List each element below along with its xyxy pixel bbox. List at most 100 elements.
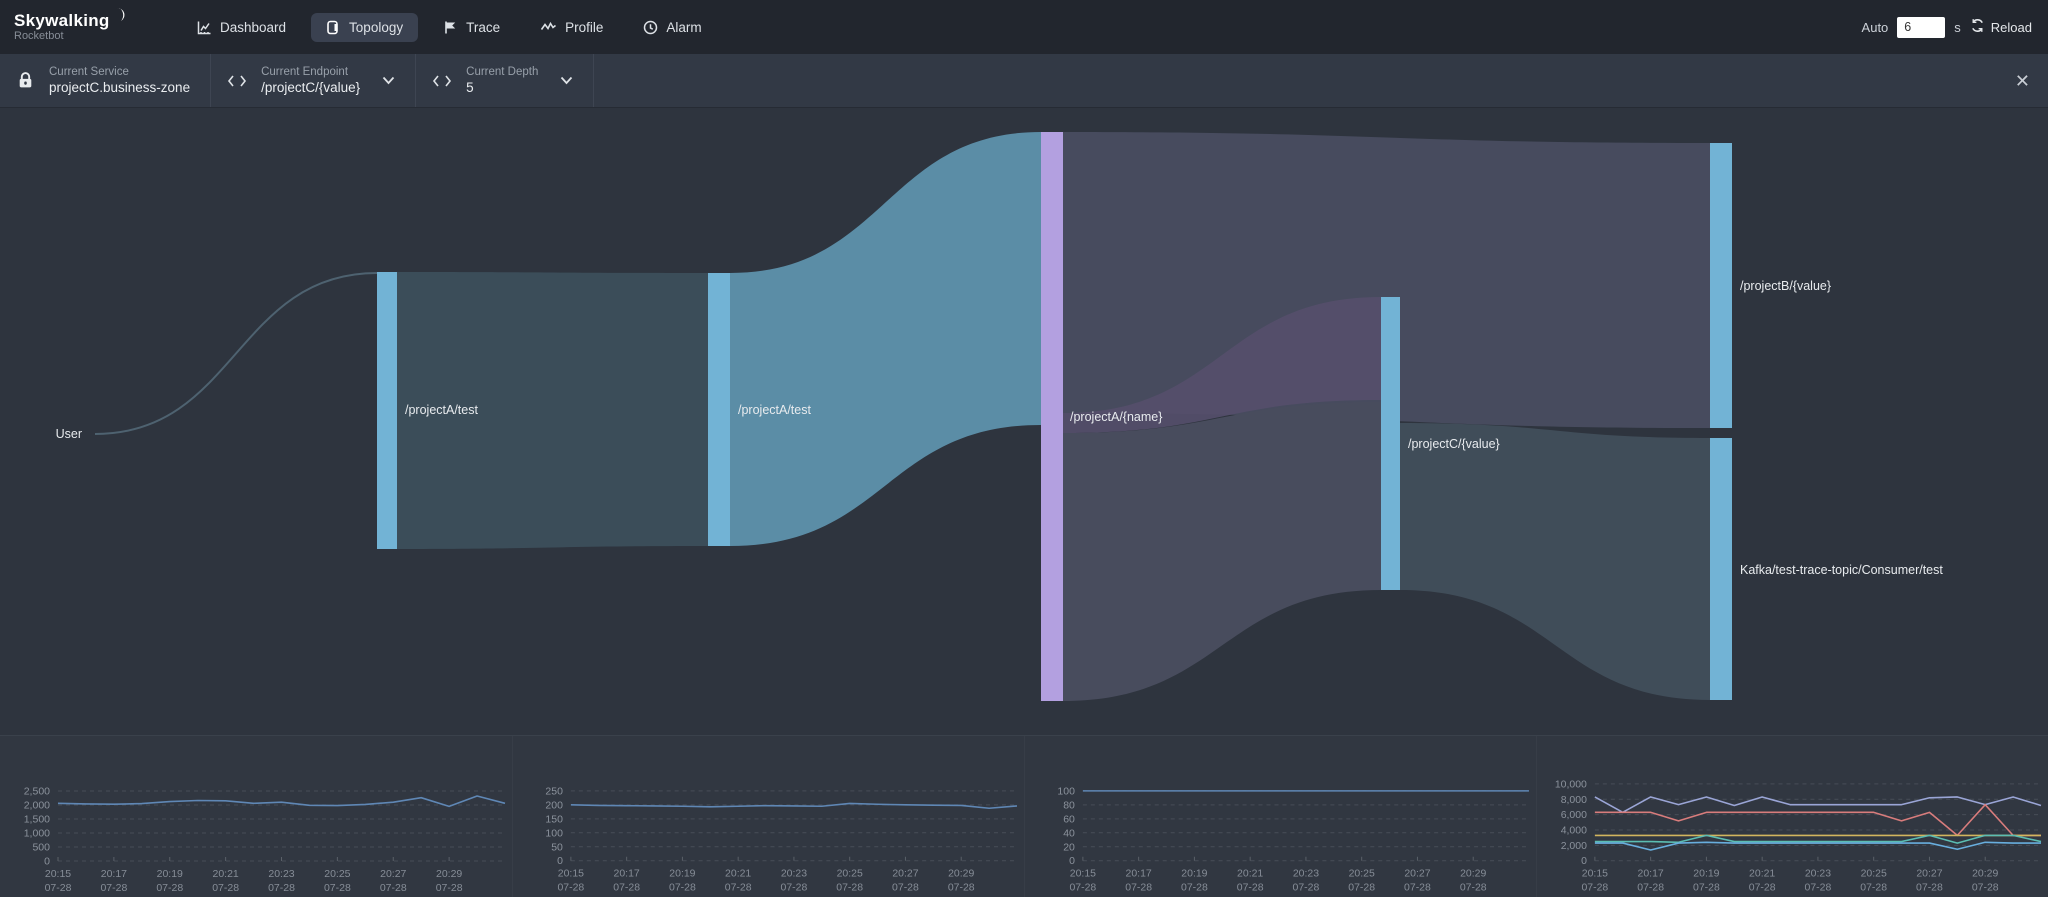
tab-profile[interactable]: Profile: [525, 13, 618, 42]
x-tick-time: 20:27: [1916, 869, 1942, 880]
x-tick-time: 20:25: [324, 868, 350, 880]
x-tick-date: 07-28: [1069, 883, 1096, 894]
y-tick-label: 80: [1063, 800, 1075, 811]
x-tick-date: 07-28: [380, 882, 407, 894]
series-line-p50: [1595, 842, 2041, 850]
x-tick-date: 07-28: [156, 882, 183, 894]
tab-alarm[interactable]: Alarm: [628, 13, 716, 42]
sankey-link-n2-n3[interactable]: [730, 132, 1041, 546]
x-tick-date: 07-28: [1916, 883, 1943, 894]
x-tick-date: 07-28: [212, 882, 239, 894]
current-depth-selector[interactable]: Current Depth 5: [416, 54, 594, 107]
sankey-link-n3-n4[interactable]: [1063, 402, 1381, 701]
y-tick-label: 0: [1581, 856, 1587, 867]
tab-label: Trace: [466, 20, 500, 35]
x-tick-time: 20:29: [1972, 869, 1998, 880]
y-tick-label: 10,000: [1555, 779, 1587, 790]
y-tick-label: 250: [545, 786, 563, 797]
x-tick-time: 20:27: [1404, 869, 1430, 880]
logo-crescent-icon: [111, 7, 127, 28]
x-tick-time: 20:29: [436, 868, 462, 880]
x-tick-time: 20:23: [781, 869, 807, 880]
current-service-selector[interactable]: Current Service projectC.business-zone: [0, 54, 211, 107]
x-tick-date: 07-28: [1637, 883, 1664, 894]
x-tick-date: 07-28: [725, 883, 752, 894]
y-tick-label: 50: [551, 842, 563, 853]
y-tick-label: 40: [1063, 828, 1075, 839]
auto-interval-input[interactable]: [1897, 17, 1945, 38]
y-tick-label: 0: [44, 856, 50, 868]
series-line-load: [571, 803, 1017, 808]
x-tick-date: 07-28: [1860, 883, 1887, 894]
sankey-node-n1[interactable]: [377, 272, 397, 549]
x-tick-date: 07-28: [1404, 883, 1431, 894]
y-tick-label: 6,000: [1561, 810, 1587, 821]
x-tick-time: 20:15: [45, 868, 71, 880]
x-tick-date: 07-28: [557, 883, 584, 894]
chart-plot[interactable]: 02040608010020:1507-2820:1707-2820:1907-…: [1025, 736, 1536, 897]
auto-unit-label: s: [1954, 20, 1961, 35]
x-tick-time: 20:27: [380, 868, 406, 880]
code-icon: [227, 74, 247, 88]
chart-plot[interactable]: 05001,0001,5002,0002,50020:1507-2820:170…: [0, 736, 512, 897]
nav-tabs: Dashboard Topology Trace Profile Alarm: [182, 13, 717, 42]
y-tick-label: 1,500: [24, 814, 50, 826]
sankey-link-user-n1[interactable]: [95, 273, 377, 434]
x-tick-time: 20:17: [1638, 869, 1664, 880]
y-tick-label: 150: [545, 814, 563, 825]
chart-panel-2: 05010015020025020:1507-2820:1707-2820:19…: [512, 736, 1024, 897]
x-tick-date: 07-28: [613, 883, 640, 894]
x-tick-time: 20:21: [1237, 869, 1263, 880]
chart-panel-4: 0 2,000 4,000 6,000 8,000 10,000 20:15 07-28 20:…: [1536, 736, 2048, 897]
tab-topology[interactable]: Topology: [311, 13, 418, 42]
chart-plot[interactable]: 0 2,000 4,000 6,000 8,000 10,000 20:15 07-28 20:…: [1537, 736, 2048, 897]
sankey-node-n5[interactable]: [1710, 143, 1732, 428]
series-line-p75: [1595, 835, 2041, 843]
y-tick-label: 4,000: [1561, 826, 1587, 837]
chart-panel-1: 05001,0001,5002,0002,50020:1507-2820:170…: [0, 736, 512, 897]
x-tick-time: 20:25: [1349, 869, 1375, 880]
dashboard-icon: [197, 20, 212, 35]
sankey-node-label-n6: Kafka/test-trace-topic/Consumer/test: [1740, 563, 1943, 577]
y-tick-label: 100: [1057, 786, 1075, 797]
tab-dashboard[interactable]: Dashboard: [182, 13, 301, 42]
reload-button[interactable]: Reload: [1970, 18, 2032, 36]
sankey-node-n4[interactable]: [1381, 297, 1400, 590]
y-tick-label: 20: [1063, 842, 1075, 853]
x-tick-date: 07-28: [1693, 883, 1720, 894]
tab-trace[interactable]: Trace: [428, 13, 515, 42]
x-tick-time: 20:25: [837, 869, 863, 880]
chart-plot[interactable]: 05010015020025020:1507-2820:1707-2820:19…: [513, 736, 1024, 897]
close-topology-button[interactable]: ✕: [2015, 72, 2030, 90]
x-tick-time: 20:19: [1181, 869, 1207, 880]
current-service-label: Current Service: [49, 65, 190, 79]
chevron-down-icon[interactable]: [560, 76, 573, 85]
sankey-node-label-n5: /projectB/{value}: [1740, 279, 1831, 293]
chevron-down-icon[interactable]: [382, 76, 395, 85]
sankey-node-label-n3: /projectA/{name}: [1070, 410, 1162, 424]
x-tick-date: 07-28: [781, 883, 808, 894]
sankey-node-n2[interactable]: [708, 273, 730, 546]
profile-icon: [540, 21, 557, 33]
x-tick-time: 20:21: [212, 868, 238, 880]
nav-right-controls: Auto s Reload: [1862, 17, 2048, 38]
sankey-node-n3[interactable]: [1041, 132, 1063, 701]
y-tick-label: 60: [1063, 814, 1075, 825]
tab-label: Profile: [565, 20, 603, 35]
current-endpoint-value: /projectC/{value}: [261, 79, 360, 96]
y-tick-label: 8,000: [1561, 795, 1587, 806]
sankey-node-n6[interactable]: [1710, 438, 1732, 700]
x-tick-time: 20:29: [948, 869, 974, 880]
chart-panel-3: 02040608010020:1507-2820:1707-2820:1907-…: [1024, 736, 1536, 897]
y-tick-label: 2,000: [24, 800, 50, 812]
x-tick-time: 20:19: [669, 869, 695, 880]
endpoint-topology-sankey: User/projectA/test/projectA/test/project…: [0, 108, 2048, 735]
y-tick-label: 1,000: [24, 828, 50, 840]
current-depth-label: Current Depth: [466, 65, 538, 79]
x-tick-time: 20:15: [1582, 869, 1608, 880]
sankey-link-n4-n6[interactable]: [1400, 423, 1710, 700]
y-tick-label: 2,000: [1561, 841, 1587, 852]
sankey-canvas: User/projectA/test/projectA/test/project…: [0, 108, 2048, 735]
code-icon: [432, 74, 452, 88]
current-endpoint-selector[interactable]: Current Endpoint /projectC/{value}: [211, 54, 416, 107]
